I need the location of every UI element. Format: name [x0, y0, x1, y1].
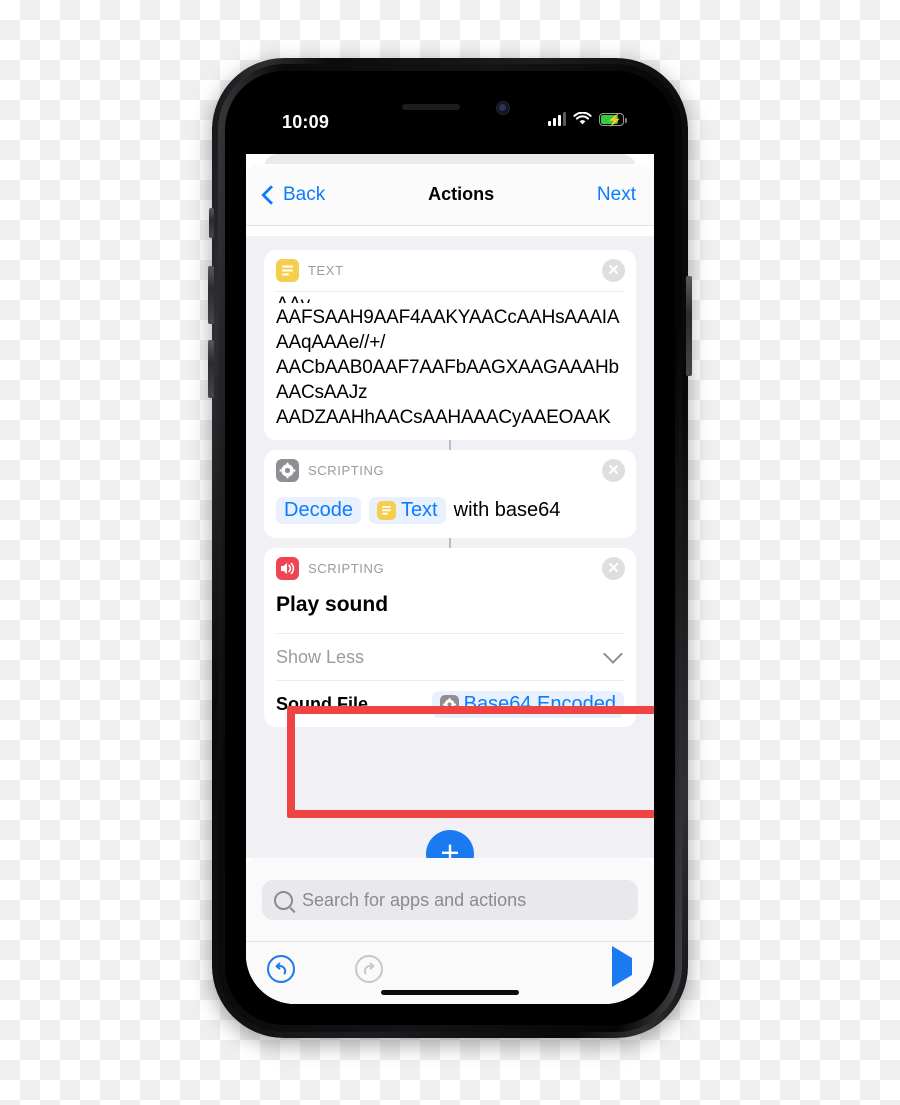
phone-frame: 10:09 ⚡ Back Actions Next TEXT ✕ AAFSAAH…: [208, 58, 692, 1038]
status-bar: 10:09 ⚡: [246, 92, 654, 154]
search-panel: Search for apps and actions: [246, 858, 654, 942]
show-less-row[interactable]: Show Less: [264, 634, 636, 680]
close-icon[interactable]: ✕: [602, 459, 625, 482]
search-field[interactable]: Search for apps and actions: [262, 880, 638, 920]
phone-screen: 10:09 ⚡ Back Actions Next TEXT ✕ AAFSAAH…: [246, 92, 654, 1004]
action-card-decode[interactable]: SCRIPTING ✕ Decode Text with base64: [264, 450, 636, 538]
gear-mini-icon: [439, 694, 459, 714]
phone-bezel: 10:09 ⚡ Back Actions Next TEXT ✕ AAFSAAH…: [225, 71, 675, 1025]
decode-suffix-label: with base64: [453, 499, 561, 521]
back-button-label: Back: [283, 183, 326, 205]
status-icons: ⚡: [548, 112, 627, 127]
text-line: AADZAAHhAACsAAHAAACyAAEOAAK: [276, 407, 611, 428]
speaker-category-icon: [276, 557, 299, 580]
close-icon[interactable]: ✕: [602, 557, 625, 580]
close-icon[interactable]: ✕: [602, 259, 625, 282]
base64-encoded-token[interactable]: Base64 Encoded: [431, 690, 624, 718]
search-placeholder: Search for apps and actions: [302, 889, 527, 910]
wifi-icon: [573, 112, 592, 125]
gear-category-icon: [276, 459, 299, 482]
action-card-play-sound[interactable]: SCRIPTING ✕ Play sound Show Less Sound F…: [264, 548, 636, 727]
chevron-left-icon: [261, 184, 281, 205]
play-icon[interactable]: [612, 946, 632, 987]
show-less-label: Show Less: [276, 646, 365, 667]
decode-token-label: Decode: [284, 499, 353, 521]
base64-token-label: Base64 Encoded: [463, 692, 616, 715]
volume-up-button[interactable]: [208, 266, 214, 324]
power-button[interactable]: [686, 276, 692, 376]
text-action-content[interactable]: AAy AAFSAAH9AAF4AAKYAACcAAHsAAAIA AAqAAA…: [264, 292, 636, 440]
actions-list[interactable]: TEXT ✕ AAy AAFSAAH9AAF4AAKYAACcAAHsAAAIA…: [246, 236, 654, 878]
text-line: AACsAAJz: [276, 382, 368, 403]
text-line-clipped: AAy: [276, 292, 624, 303]
sound-file-label: Sound File: [276, 693, 368, 714]
cellular-signal-icon: [548, 112, 566, 126]
text-mini-icon: [376, 501, 396, 520]
play-sound-title: Play sound: [276, 593, 389, 616]
card-header: SCRIPTING ✕: [264, 450, 636, 491]
battery-charging-icon: ⚡: [599, 112, 627, 127]
volume-down-button[interactable]: [208, 340, 214, 398]
action-card-text[interactable]: TEXT ✕ AAy AAFSAAH9AAF4AAKYAACcAAHsAAAIA…: [264, 250, 636, 440]
search-icon: [274, 890, 293, 910]
status-time: 10:09: [282, 112, 330, 132]
chevron-down-icon: [603, 644, 623, 664]
card-header: TEXT ✕: [264, 250, 636, 291]
text-line: AAqAAAe//+/: [276, 332, 386, 353]
undo-icon[interactable]: [266, 954, 296, 989]
actions-sheet: Back Actions Next TEXT ✕ AAFSAAH9AAF4AAK…: [246, 164, 654, 1004]
text-category-icon: [276, 259, 299, 282]
redo-icon[interactable]: [354, 954, 384, 989]
card-category-label: TEXT: [308, 263, 344, 278]
card-category-label: SCRIPTING: [308, 561, 385, 576]
card-category-label: SCRIPTING: [308, 463, 385, 478]
home-indicator: [381, 990, 519, 995]
card-connector: [264, 440, 636, 450]
text-variable-token[interactable]: Text: [368, 497, 446, 524]
decode-action-row[interactable]: Decode Text with base64: [264, 491, 636, 538]
notch: [364, 92, 536, 122]
text-line: AAFSAAH9AAF4AAKYAACcAAHsAAAIA: [276, 307, 620, 328]
page-title: Actions: [428, 184, 495, 204]
card-connector: [264, 538, 636, 548]
back-button[interactable]: Back: [261, 183, 326, 206]
navigation-bar: Back Actions Next: [246, 164, 654, 226]
decode-token[interactable]: Decode: [276, 497, 361, 524]
text-token-label: Text: [400, 499, 438, 521]
card-header: SCRIPTING ✕: [264, 548, 636, 589]
front-camera: [496, 101, 510, 115]
mute-switch[interactable]: [209, 208, 214, 238]
shortcuts-app: Back Actions Next TEXT ✕ AAFSAAH9AAF4AAK…: [246, 154, 654, 1004]
text-line: AACbAAB0AAF7AAFbAAGXAAGAAAHb: [276, 357, 619, 378]
earpiece-speaker: [402, 104, 460, 110]
next-button[interactable]: Next: [597, 184, 636, 206]
sound-file-row[interactable]: Sound File Base64 Encoded: [264, 681, 636, 727]
